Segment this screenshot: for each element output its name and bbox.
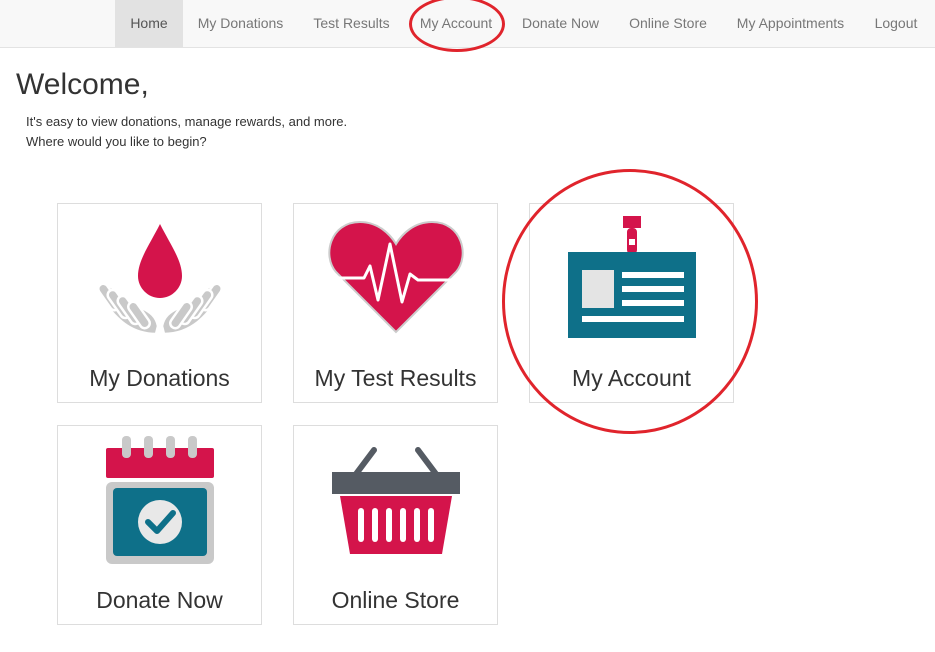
nav-my-account[interactable]: My Account xyxy=(405,0,507,47)
intro-text-line2: Where would you like to begin? xyxy=(26,134,207,149)
nav-donate-now[interactable]: Donate Now xyxy=(507,0,614,47)
nav-online-store[interactable]: Online Store xyxy=(614,0,722,47)
tile-my-donations[interactable]: My Donations xyxy=(57,203,262,403)
tile-online-store[interactable]: Online Store xyxy=(293,425,498,625)
calendar-check-icon xyxy=(106,436,214,564)
page-title: Welcome, xyxy=(16,68,149,101)
shopping-basket-icon xyxy=(332,447,460,554)
nav-home[interactable]: Home xyxy=(115,0,183,47)
tile-my-test-results[interactable]: My Test Results xyxy=(293,203,498,403)
tile-my-account[interactable]: My Account xyxy=(529,203,734,403)
nav-my-appointments[interactable]: My Appointments xyxy=(722,0,859,47)
intro-text-line1: It's easy to view donations, manage rewa… xyxy=(26,114,348,129)
tile-label: Donate Now xyxy=(96,587,223,613)
nav-test-results[interactable]: Test Results xyxy=(298,0,405,47)
tile-label: My Donations xyxy=(89,365,230,391)
tile-donate-now[interactable]: Donate Now xyxy=(57,425,262,625)
heart-pulse-icon xyxy=(328,220,464,334)
top-navbar: Home My Donations Test Results My Accoun… xyxy=(0,0,935,48)
nav-logout[interactable]: Logout xyxy=(859,0,933,47)
nav-my-donations[interactable]: My Donations xyxy=(183,0,298,47)
tile-label: My Account xyxy=(572,365,691,391)
tile-label: My Test Results xyxy=(314,365,477,391)
blood-drop-hands-icon xyxy=(96,224,224,336)
tile-label: Online Store xyxy=(331,587,460,613)
id-badge-icon xyxy=(568,216,696,338)
